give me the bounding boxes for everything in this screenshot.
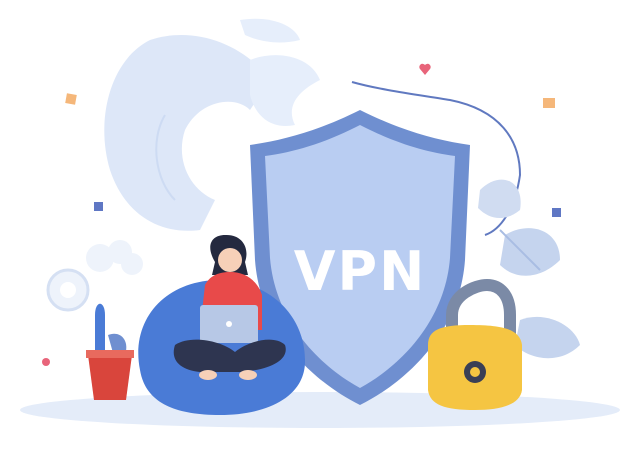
- deco-dot-red: [42, 358, 50, 366]
- deco-square-blue-left: [94, 202, 103, 211]
- shield-label: VPN: [294, 240, 427, 303]
- deco-square-orange-left: [65, 93, 77, 105]
- gear-icon: [46, 268, 90, 312]
- heart-icon: [419, 63, 431, 75]
- vpn-illustration: VPN: [0, 0, 639, 450]
- cactus-icon: [86, 303, 134, 400]
- deco-square-blue-right: [552, 208, 561, 217]
- cloud-icon: [86, 240, 143, 275]
- deco-square-orange-right: [543, 98, 555, 108]
